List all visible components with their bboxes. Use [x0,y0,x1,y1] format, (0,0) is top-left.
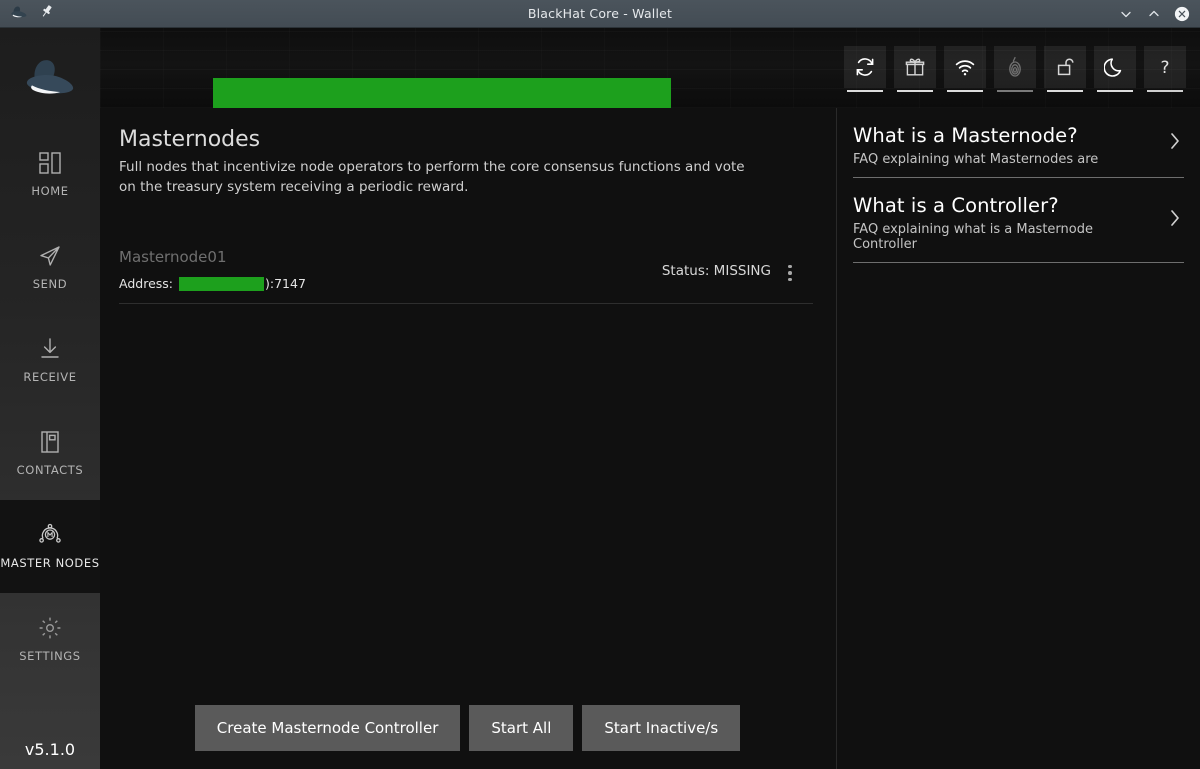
sidebar-item-label: SETTINGS [19,648,81,663]
tor-onion-icon[interactable] [994,46,1036,92]
address-redaction-bar [179,276,264,291]
gift-icon[interactable] [894,46,936,92]
svg-text:?: ? [1160,58,1169,78]
sidebar-item-label: MASTER NODES [0,555,100,570]
dashboard-icon [37,150,63,176]
unlocked-padlock-icon[interactable] [1044,46,1086,92]
fedora-hat-icon[interactable] [9,4,29,24]
masternode-address: Address: ):7147 [119,276,306,291]
overflow-menu-icon[interactable] [781,260,799,286]
start-inactive-button[interactable]: Start Inactive/s [582,705,741,751]
pin-icon[interactable] [39,4,54,23]
page-subtitle: Full nodes that incentivize node operato… [119,159,745,195]
address-book-icon [37,429,63,455]
faq-item-controller[interactable]: What is a Controller? FAQ explaining wha… [853,178,1184,263]
sidebar-item-settings[interactable]: SETTINGS [0,593,100,686]
window-controls [1080,6,1200,22]
title-bar-left-icons [0,4,120,24]
faq-answer: FAQ explaining what Masternodes are [853,152,1099,167]
gear-icon [37,615,63,641]
faq-item-masternode[interactable]: What is a Masternode? FAQ explaining wha… [853,108,1184,178]
address-label: Address: [119,276,173,291]
moon-icon[interactable] [1094,46,1136,92]
sidebar-item-home[interactable]: HOME [0,128,100,221]
minimize-button[interactable] [1118,6,1134,22]
wifi-icon[interactable] [944,46,986,92]
app-version: v5.1.0 [24,740,76,759]
sidebar-item-label: RECEIVE [23,369,77,384]
sidebar-item-contacts[interactable]: CONTACTS [0,407,100,500]
sidebar-item-label: CONTACTS [16,462,84,477]
address-suffix: ):7147 [265,276,306,291]
faq-question: What is a Masternode? [853,124,1078,147]
chevron-right-icon [1168,130,1182,156]
help-question-icon[interactable]: ? [1144,46,1186,92]
sidebar: HOME SEND RECEIVE CONTACTS MASTER NODES … [0,28,100,769]
sidebar-item-masternodes[interactable]: MASTER NODES [0,500,100,593]
header-band: ? [100,28,1200,108]
header-toolbar: ? [844,46,1186,92]
maximize-button[interactable] [1146,6,1162,22]
masternode-icon [37,522,63,548]
faq-question: What is a Controller? [853,194,1059,217]
main-content: Masternodes Full nodes that incentivize … [100,108,835,769]
page-title: Masternodes [119,127,261,152]
masternode-list: Masternode01 Address: ):7147 Status: MIS… [119,242,813,304]
download-arrow-icon [37,336,63,362]
sidebar-item-receive[interactable]: RECEIVE [0,314,100,407]
window-title: BlackHat Core - Wallet [527,6,673,21]
create-masternode-controller-button[interactable]: Create Masternode Controller [194,705,461,751]
masternode-name: Masternode01 [119,248,227,266]
title-bar: BlackHat Core - Wallet [0,0,1200,28]
action-buttons: Create Masternode Controller Start All S… [100,705,835,751]
sidebar-item-label: SEND [32,276,68,291]
close-button[interactable] [1174,6,1190,22]
faq-panel: What is a Masternode? FAQ explaining wha… [836,108,1200,769]
start-all-button[interactable]: Start All [469,705,574,751]
sidebar-item-send[interactable]: SEND [0,221,100,314]
faq-answer: FAQ explaining what is a Masternode Cont… [853,222,1093,252]
chevron-right-icon [1168,207,1182,233]
balance-redaction-bar [213,78,671,108]
paper-plane-icon [37,243,63,269]
sidebar-item-label: HOME [31,183,69,198]
brand-logo [0,28,100,128]
sync-icon[interactable] [844,46,886,92]
status-badge: Status: MISSING [661,263,771,279]
masternode-row[interactable]: Masternode01 Address: ):7147 Status: MIS… [119,242,813,304]
